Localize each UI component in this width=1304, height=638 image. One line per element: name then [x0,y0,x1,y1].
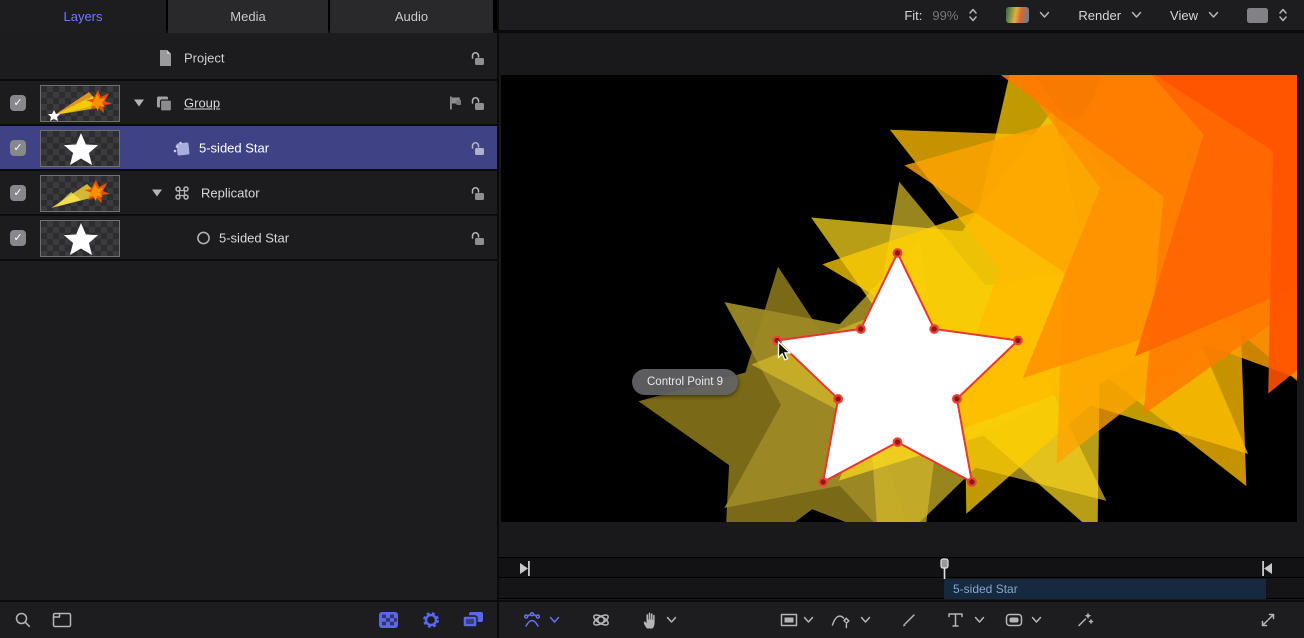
control-point[interactable] [953,395,961,403]
layout-stepper-icon[interactable] [1278,7,1288,23]
layer-thumbnail [40,175,120,212]
chevron-down-icon[interactable] [549,616,560,624]
layout-icon[interactable] [52,612,72,629]
layout-mode-button[interactable] [1247,8,1268,23]
star-thumbnail-art [41,131,120,167]
layers-panel-footer [0,600,497,638]
visibility-checkbox[interactable]: ✓ [10,140,26,156]
layer-row-shape-star[interactable]: ✓ 5-sided Star [0,126,497,171]
edit-points-tool[interactable] [523,612,541,629]
timeline-clip[interactable]: 5-sided Star [944,579,1266,599]
chevron-down-icon[interactable] [1208,11,1219,19]
chevron-down-icon[interactable] [1131,11,1142,19]
visibility-checkbox[interactable]: ✓ [10,95,26,111]
magic-wand-tool[interactable] [1076,612,1094,629]
motion-app-window: Layers Media Audio Project ✓ [0,0,1304,638]
unlock-icon[interactable] [468,50,486,66]
layers-panel: Layers Media Audio Project ✓ [0,0,497,638]
control-point[interactable] [857,325,865,333]
rectangle-tool[interactable] [780,612,798,628]
tab-media-label: Media [230,9,265,24]
viewer-pane: Fit: 99% Render View [499,0,1304,638]
text-tool[interactable] [947,612,964,629]
search-icon[interactable] [14,611,32,629]
mini-timeline-track[interactable]: 5-sided Star [499,579,1304,599]
layer-label[interactable]: 5-sided Star [199,140,269,155]
gear-icon[interactable] [421,610,441,630]
layer-label[interactable]: 5-sided Star [219,230,289,245]
layer-label: Project [184,50,224,65]
layer-thumbnail [40,130,120,167]
fit-label: Fit: [904,8,922,23]
chevron-down-icon[interactable] [1039,11,1050,19]
checkerboard-icon[interactable] [378,611,399,629]
out-point-marker[interactable] [1261,560,1273,577]
chevron-down-icon[interactable] [666,616,677,624]
control-point-tooltip: Control Point 9 [632,369,738,395]
playhead[interactable] [940,558,949,579]
unlock-icon[interactable] [468,185,486,201]
tab-layers-label: Layers [63,9,102,24]
comet-thumbnail-art [41,86,120,122]
hand-tool[interactable] [642,611,660,630]
control-point[interactable] [819,478,827,486]
layer-list: Project ✓ [0,36,497,600]
panel-tabbar: Layers Media Audio [0,0,497,33]
project-canvas[interactable] [501,75,1297,522]
tab-audio-label: Audio [395,9,428,24]
unlock-icon[interactable] [468,140,486,156]
layer-thumbnail [40,220,120,257]
control-point[interactable] [894,249,902,257]
chevron-down-icon[interactable] [1031,616,1042,624]
in-point-marker[interactable] [519,560,531,577]
pen-tool[interactable] [831,611,853,629]
layer-row-project[interactable]: Project [0,36,497,81]
control-point[interactable] [1014,337,1022,345]
group-icon [155,94,173,111]
control-point[interactable] [930,325,938,333]
unlock-icon[interactable] [468,230,486,246]
cell-circle-icon [196,230,211,245]
view-menu[interactable]: View [1170,8,1198,23]
tab-layers[interactable]: Layers [0,0,166,33]
paintbrush-tool[interactable] [901,612,917,628]
replicator-icon [173,184,191,202]
color-swatch-button[interactable] [1006,7,1029,23]
disclosure-triangle[interactable] [134,99,144,106]
layer-row-replicator[interactable]: ✓ Replicator [0,171,497,216]
orbit-3d-tool[interactable] [591,610,611,630]
timeline-ruler[interactable] [499,557,1304,578]
chevron-down-icon[interactable] [974,616,985,624]
visibility-checkbox[interactable]: ✓ [10,185,26,201]
viewer-area: Control Point 9 [499,36,1304,557]
viewer-toolbar: Fit: 99% Render View [499,0,1304,33]
control-point[interactable] [968,478,976,486]
panels-icon[interactable] [462,611,484,629]
star-thumbnail-art [41,221,120,257]
flag-icon[interactable] [447,95,463,111]
zoom-value: 99% [932,8,958,23]
unlock-icon[interactable] [468,95,486,111]
layer-row-group[interactable]: ✓ Group [0,81,497,126]
chevron-down-icon[interactable] [860,616,871,624]
comet-thumbnail-art [41,176,120,212]
disclosure-triangle[interactable] [152,189,162,196]
layer-label[interactable]: Group [184,95,220,110]
visibility-checkbox[interactable]: ✓ [10,230,26,246]
expand-icon[interactable] [1259,611,1277,629]
chevron-down-icon[interactable] [803,616,814,624]
canvas-toolbar [499,600,1304,638]
tab-media[interactable]: Media [168,0,328,33]
render-menu[interactable]: Render [1078,8,1121,23]
layer-row-replicator-cell[interactable]: ✓ 5-sided Star [0,216,497,261]
shape-layer-icon [172,139,191,157]
shape-tool[interactable] [1005,612,1023,628]
layer-thumbnail [40,85,120,122]
document-icon [157,49,173,67]
control-point[interactable] [894,438,902,446]
layer-label[interactable]: Replicator [201,185,260,200]
zoom-stepper-icon[interactable] [968,7,978,23]
control-point[interactable] [834,395,842,403]
tab-audio[interactable]: Audio [330,0,493,33]
